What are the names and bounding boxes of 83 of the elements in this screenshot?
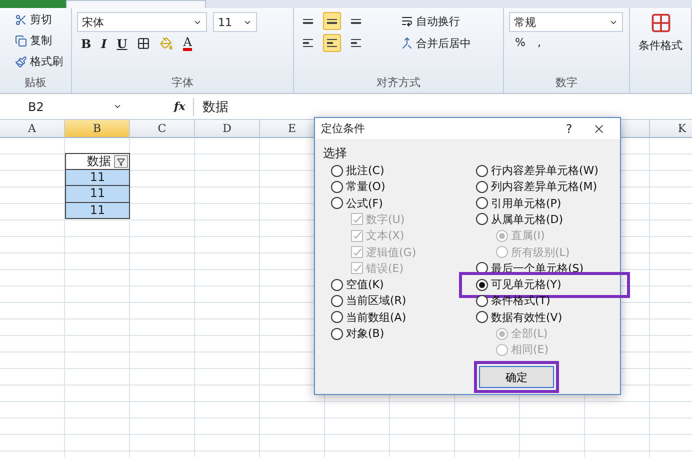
- comma-button[interactable]: ,: [537, 36, 541, 49]
- italic-button[interactable]: I: [101, 36, 107, 50]
- radio-button[interactable]: [331, 164, 343, 177]
- option-label: 列内容差异单元格(M): [491, 179, 598, 194]
- radio-button[interactable]: [331, 294, 343, 307]
- formula-field[interactable]: 数据: [193, 98, 686, 116]
- group-label: 对齐方式: [376, 75, 422, 91]
- option-label: 直属(I): [511, 228, 545, 244]
- bold-button[interactable]: B: [81, 36, 92, 50]
- help-button[interactable]: ?: [554, 122, 584, 136]
- option-label: 数据有效性(V): [491, 310, 562, 325]
- option-label: 常量(O): [346, 179, 386, 194]
- radio-button[interactable]: [331, 180, 343, 193]
- option-label: 条件格式(T): [491, 293, 550, 308]
- option-label: 逻辑值(G): [366, 244, 416, 260]
- ribbon-button[interactable]: 条件格式: [638, 38, 682, 53]
- group-label: 贴板: [24, 75, 48, 91]
- number-format-field[interactable]: 常规: [509, 12, 623, 32]
- column-header[interactable]: A: [0, 120, 65, 138]
- radio-button[interactable]: [476, 197, 488, 210]
- radio-button[interactable]: [476, 164, 488, 177]
- table-icon[interactable]: [650, 12, 672, 34]
- merge-icon: [401, 37, 413, 49]
- align-center-icon[interactable]: [323, 34, 341, 52]
- ribbon-button[interactable]: 剪切: [15, 12, 66, 27]
- underline-button[interactable]: U: [116, 36, 128, 50]
- align-middle-icon[interactable]: [323, 12, 341, 30]
- option-label: 对象(B): [346, 326, 384, 342]
- filter-icon: [117, 158, 125, 166]
- table-cell: 11: [65, 186, 130, 202]
- group-label: 数字: [554, 75, 578, 91]
- option-label: 当前区域(R): [346, 293, 406, 308]
- option-label: 文本(X): [366, 228, 404, 244]
- border-icon[interactable]: [137, 37, 150, 50]
- option-label: 引用单元格(P): [491, 196, 562, 211]
- name-box[interactable]: B2: [6, 98, 126, 116]
- option-label: 空值(K): [346, 277, 384, 292]
- radio-button[interactable]: [476, 278, 488, 291]
- wrap-icon: [401, 15, 413, 27]
- radio-button[interactable]: [331, 311, 343, 324]
- option-label: 当前数组(A): [346, 310, 406, 325]
- radio-button[interactable]: [476, 180, 488, 193]
- table-cell: 11: [65, 170, 130, 186]
- option-label: 行内容差异单元格(W): [491, 163, 598, 178]
- copy-icon: [15, 34, 27, 46]
- option-label: 错误(E): [366, 260, 404, 276]
- radio-button[interactable]: [331, 278, 343, 291]
- ribbon-button[interactable]: 复制: [15, 33, 66, 48]
- option-label: 批注(C): [346, 163, 384, 178]
- option-label: 可见单元格(Y): [491, 277, 562, 292]
- font-name-field[interactable]: 宋体: [77, 12, 207, 32]
- radio-button[interactable]: [476, 311, 488, 324]
- ok-button[interactable]: 确定: [479, 366, 554, 388]
- group-title: 选择: [323, 145, 348, 162]
- radio-button[interactable]: [476, 213, 488, 226]
- ribbon-button[interactable]: 格式刷: [15, 54, 66, 69]
- radio-button[interactable]: [331, 197, 343, 210]
- group-label: 字体: [170, 75, 194, 91]
- fill-color-icon[interactable]: [160, 37, 174, 50]
- option-label: 相同(E): [511, 342, 549, 358]
- ribbon-button[interactable]: 自动换行: [401, 14, 460, 28]
- percent-button[interactable]: %: [515, 36, 526, 49]
- option-label: 数字(U): [366, 212, 405, 227]
- option-label: 公式(F): [346, 196, 383, 211]
- option-label: 所有级别(L): [511, 244, 570, 260]
- table-header-cell: 数据: [65, 153, 130, 170]
- brush-icon: [15, 56, 27, 68]
- table-cell: 11: [65, 202, 130, 219]
- ribbon-button[interactable]: 合并后居中: [401, 36, 471, 50]
- column-header[interactable]: D: [195, 120, 260, 138]
- option-label: 全部(L): [511, 326, 548, 342]
- radio-button[interactable]: [476, 294, 488, 307]
- option-label: 从属单元格(D): [491, 212, 564, 227]
- font-size-field[interactable]: 11: [213, 12, 257, 32]
- radio-button[interactable]: [331, 328, 343, 340]
- column-header[interactable]: B: [65, 120, 130, 138]
- function-button[interactable]: fx: [174, 100, 186, 113]
- cut-icon: [15, 14, 27, 26]
- filter-button[interactable]: [114, 155, 128, 168]
- caret-icon[interactable]: [113, 102, 122, 111]
- font-color-button[interactable]: A: [183, 36, 192, 51]
- column-header[interactable]: K: [650, 120, 692, 138]
- column-header[interactable]: C: [130, 120, 195, 138]
